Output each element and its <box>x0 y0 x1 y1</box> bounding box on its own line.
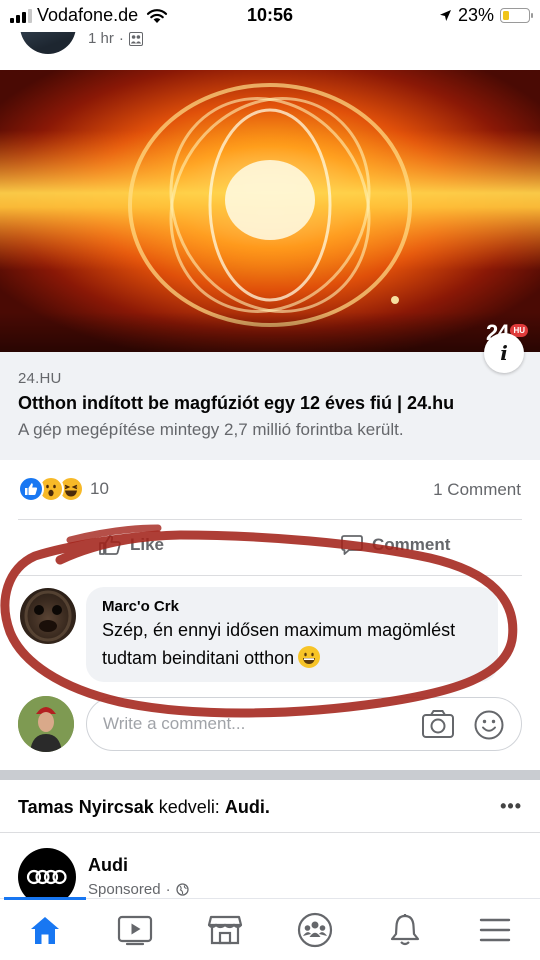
current-user-avatar[interactable] <box>18 696 74 752</box>
comment-count[interactable]: 1 Comment <box>433 480 521 500</box>
like-label: Like <box>130 535 165 554</box>
globe-icon <box>175 883 189 896</box>
info-icon[interactable]: i <box>484 333 524 373</box>
sponsor-page-name[interactable]: Audi <box>88 855 128 876</box>
tab-notifications[interactable] <box>360 899 450 960</box>
post-meta: 1 hr · <box>88 30 143 47</box>
home-icon <box>31 917 59 944</box>
fusion-image <box>0 70 540 352</box>
divider <box>18 575 522 576</box>
comment-bubble[interactable]: Marc'o Crk Szép, én ennyi idősen maximum… <box>86 587 498 682</box>
groups-icon <box>297 912 333 948</box>
divider <box>0 832 540 833</box>
meta-separator: · <box>118 30 124 47</box>
divider <box>18 519 522 520</box>
comment-composer[interactable]: Write a comment... <box>86 697 522 751</box>
status-bar: Vodafone.de 10:56 23% <box>0 0 540 32</box>
comment-author[interactable]: Marc'o Crk <box>102 598 482 615</box>
location-arrow-icon <box>439 10 451 21</box>
grinning-face-emoji-icon <box>298 646 321 668</box>
link-description: A gép megépítése mintegy 2,7 millió fori… <box>18 420 404 439</box>
comment-label: Comment <box>372 535 451 554</box>
comment-text: Szép, én ennyi idősen maximum magömlést … <box>102 616 482 672</box>
like-reaction-icon <box>18 476 44 502</box>
link-domain: 24.HU <box>18 370 62 387</box>
story-page[interactable]: Audi. <box>225 797 270 817</box>
friends-icon <box>128 31 143 46</box>
link-preview-text[interactable]: 24.HU Otthon indított be magfúziót egy 1… <box>0 352 540 460</box>
video-play-icon <box>117 915 153 946</box>
smiley-icon[interactable] <box>473 709 505 741</box>
post-time[interactable]: 1 hr <box>88 30 114 47</box>
marketplace-icon <box>207 915 243 945</box>
battery-icon <box>500 8 533 23</box>
reaction-count: 10 <box>90 479 109 498</box>
sponsored-meta: Sponsored · <box>88 881 189 898</box>
comment-input[interactable]: Write a comment... <box>103 714 245 734</box>
link-title: Otthon indított be magfúziót egy 12 éves… <box>18 393 455 413</box>
tab-marketplace[interactable] <box>180 899 270 960</box>
tab-groups[interactable] <box>270 899 360 960</box>
commenter-avatar[interactable] <box>20 588 76 644</box>
reactions-summary[interactable]: 10 <box>18 476 109 502</box>
link-preview-image[interactable]: 24 HU <box>0 70 540 352</box>
bottom-tab-bar <box>0 897 540 960</box>
more-options-icon[interactable]: ••• <box>500 796 522 817</box>
like-button[interactable]: Like <box>98 534 164 556</box>
tab-watch[interactable] <box>90 899 180 960</box>
camera-icon[interactable] <box>421 709 455 739</box>
comment-button[interactable]: Comment <box>340 534 450 556</box>
tab-home[interactable] <box>0 897 90 960</box>
thumbs-up-icon <box>99 535 121 555</box>
story-context: Tamas Nyircsak kedveli: Audi. <box>18 797 270 818</box>
meta-separator: · <box>165 881 171 898</box>
feed-separator <box>0 770 540 780</box>
bell-icon <box>390 914 420 946</box>
hamburger-menu-icon <box>479 918 511 942</box>
battery-percentage: 23% <box>457 5 494 25</box>
comment-text-content: Szép, én ennyi idősen maximum magömlést … <box>102 620 456 668</box>
sponsored-label[interactable]: Sponsored <box>88 881 161 898</box>
story-verb: kedveli: <box>158 797 220 817</box>
tab-menu[interactable] <box>450 899 540 960</box>
story-actor[interactable]: Tamas Nyircsak <box>18 797 154 817</box>
comment-bubble-icon <box>341 535 363 555</box>
